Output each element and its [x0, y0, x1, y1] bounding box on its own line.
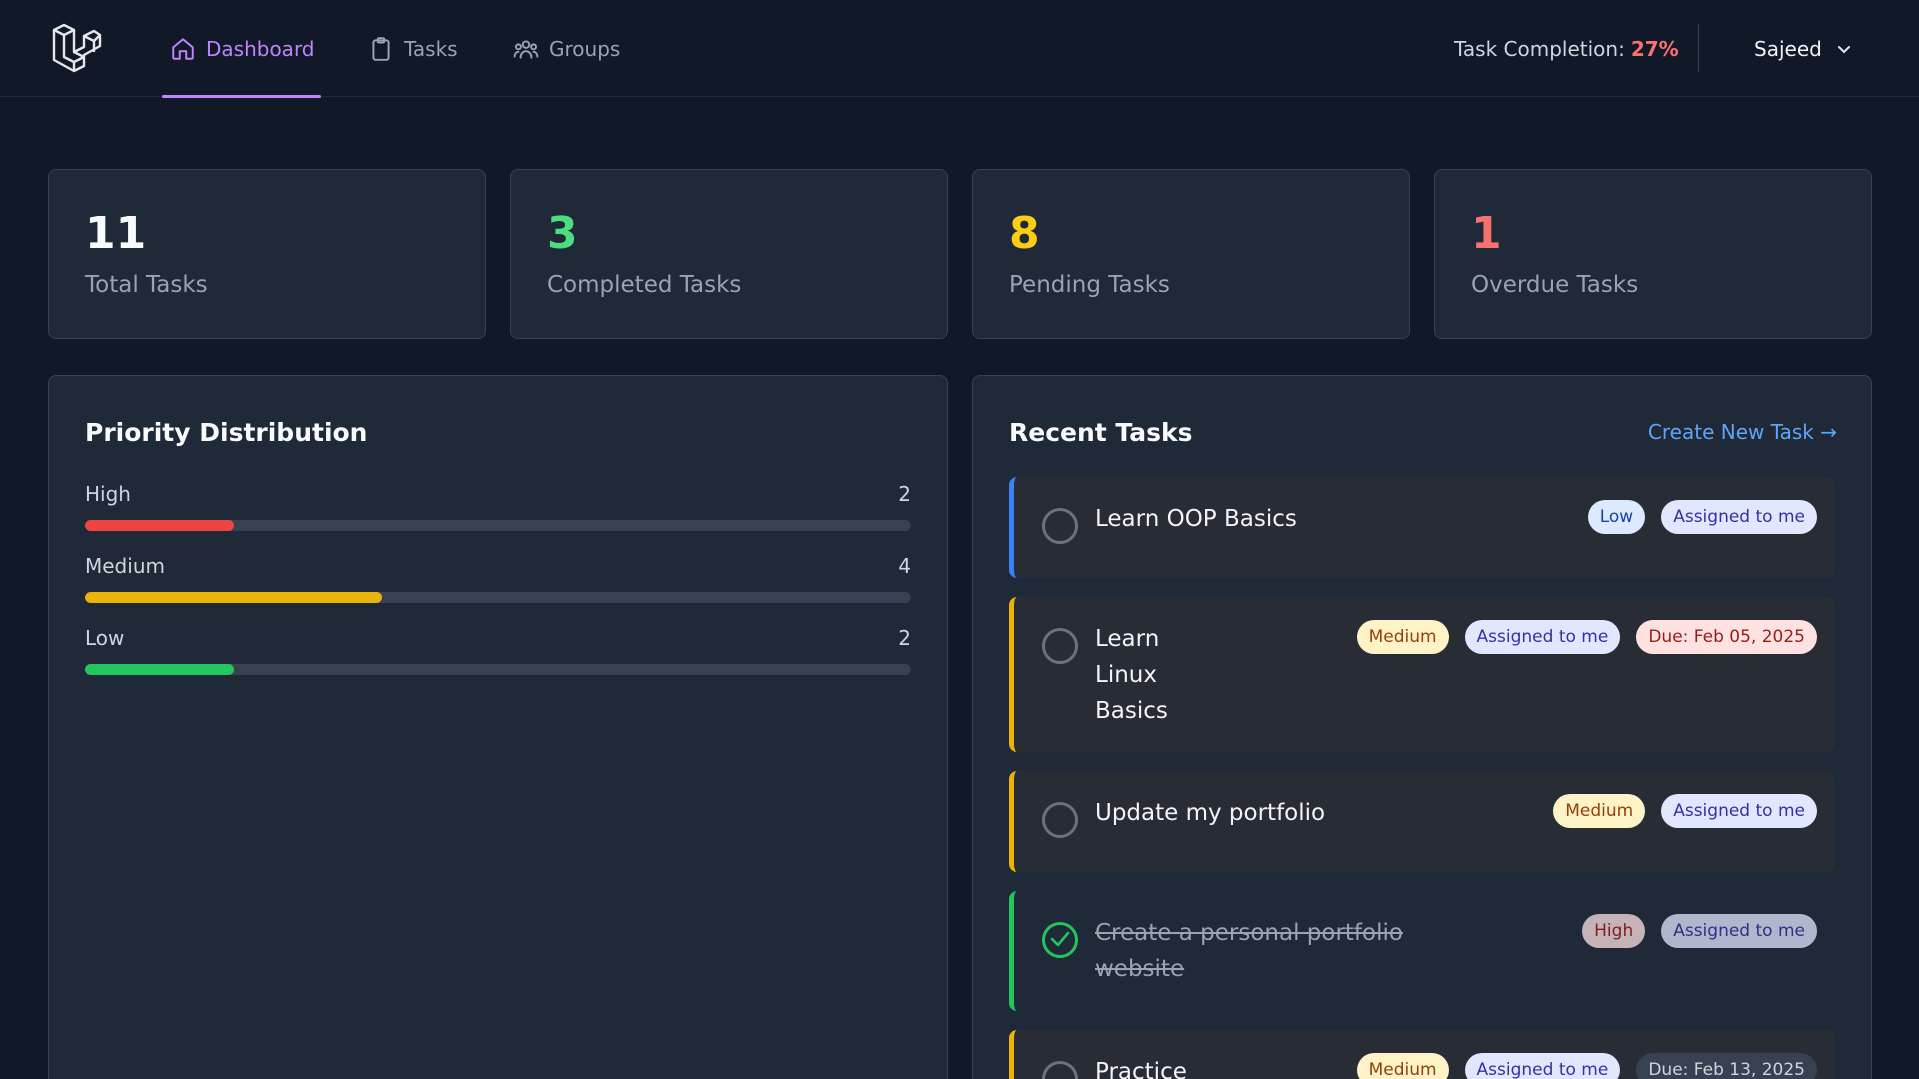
assigned-badge: Assigned to me: [1464, 1053, 1621, 1079]
priority-bar-fill: [85, 592, 383, 603]
priority-distribution-panel: Priority Distribution High 2 Medium 4 Lo…: [48, 375, 948, 1079]
task-title[interactable]: Practice: [1095, 1054, 1187, 1079]
priority-label: Medium: [85, 554, 165, 578]
due-date-badge: Due: Feb 13, 2025: [1636, 1053, 1817, 1079]
task-complete-checkbox[interactable]: [1042, 1061, 1078, 1079]
task-complete-checkbox[interactable]: [1042, 802, 1078, 838]
priority-badge: Low: [1587, 500, 1646, 534]
task-complete-checkbox[interactable]: [1042, 628, 1078, 664]
users-icon: [513, 39, 539, 59]
nav-groups-link[interactable]: Groups: [513, 0, 620, 97]
home-icon: [172, 37, 194, 60]
priority-count: 2: [898, 626, 911, 650]
stat-card-total: 11 Total Tasks: [48, 169, 486, 339]
task-item[interactable]: Learn OOP Basics Low Assigned to me: [1009, 477, 1835, 578]
nav-divider: [1698, 24, 1699, 72]
nav-groups-label: Groups: [549, 36, 621, 61]
task-title[interactable]: Learn OOP Basics: [1095, 501, 1297, 537]
priority-count: 4: [898, 554, 911, 578]
task-title[interactable]: Create a personal portfolio website: [1095, 915, 1403, 987]
priority-label: Low: [85, 626, 125, 650]
task-completion-label: Task Completion:: [1454, 36, 1625, 61]
stat-label: Pending Tasks: [1009, 272, 1170, 298]
chevron-down-icon: [1837, 45, 1850, 53]
clipboard-icon: [372, 36, 390, 61]
task-complete-checkbox[interactable]: [1042, 922, 1078, 958]
priority-badge: Medium: [1356, 620, 1449, 654]
priority-bar-track: [85, 664, 911, 675]
user-name: Sajeed: [1754, 36, 1822, 61]
priority-distribution-title: Priority Distribution: [85, 418, 368, 447]
nav-tasks-label: Tasks: [404, 36, 458, 61]
task-title[interactable]: Learn Linux Basics: [1095, 621, 1168, 729]
task-item[interactable]: Practice Medium Assigned to me Due: Feb …: [1009, 1030, 1835, 1079]
stat-card-overdue: 1 Overdue Tasks: [1434, 169, 1872, 339]
stat-card-completed: 3 Completed Tasks: [510, 169, 948, 339]
priority-bar-fill: [85, 664, 234, 675]
assigned-badge: Assigned to me: [1661, 500, 1817, 534]
priority-badge: Medium: [1553, 794, 1646, 828]
create-new-task-link[interactable]: Create New Task →: [1648, 420, 1837, 444]
priority-bar-track: [85, 520, 911, 531]
laravel-logo-icon[interactable]: [50, 22, 102, 74]
task-item[interactable]: Create a personal portfolio website High…: [1009, 891, 1835, 1011]
task-item[interactable]: Update my portfolio Medium Assigned to m…: [1009, 771, 1835, 872]
task-title[interactable]: Update my portfolio: [1095, 795, 1325, 831]
top-nav: Dashboard Tasks Groups Task Completion: …: [0, 0, 1919, 98]
stat-value: 8: [1009, 208, 1040, 259]
priority-count: 2: [898, 482, 911, 506]
stat-card-pending: 8 Pending Tasks: [972, 169, 1410, 339]
stat-value: 3: [547, 208, 578, 259]
priority-label: High: [85, 482, 131, 506]
stat-label: Total Tasks: [85, 272, 208, 298]
stat-label: Completed Tasks: [547, 272, 742, 298]
priority-badge: High: [1582, 914, 1646, 948]
recent-tasks-panel: Recent Tasks Create New Task → Learn OOP…: [972, 375, 1872, 1079]
recent-tasks-title: Recent Tasks: [1009, 418, 1193, 447]
stat-value: 1: [1471, 208, 1502, 259]
priority-bar-fill: [85, 520, 234, 531]
stat-label: Overdue Tasks: [1471, 272, 1639, 298]
assigned-badge: Assigned to me: [1661, 914, 1817, 948]
stat-value: 11: [85, 208, 147, 259]
user-menu-button[interactable]: Sajeed: [1754, 0, 1852, 97]
check-icon: [1050, 931, 1070, 947]
task-completion-value: 27%: [1630, 36, 1679, 61]
task-item[interactable]: Learn Linux Basics Medium Assigned to me…: [1009, 597, 1835, 752]
task-completion: Task Completion: 27%: [1454, 0, 1679, 97]
assigned-badge: Assigned to me: [1464, 620, 1621, 654]
priority-bar-track: [85, 592, 911, 603]
due-date-badge: Due: Feb 05, 2025: [1636, 620, 1817, 654]
nav-tasks-link[interactable]: Tasks: [368, 0, 458, 97]
nav-dashboard-link[interactable]: Dashboard: [162, 0, 321, 98]
task-complete-checkbox[interactable]: [1042, 508, 1078, 544]
assigned-badge: Assigned to me: [1661, 794, 1817, 828]
nav-dashboard-label: Dashboard: [206, 36, 315, 61]
priority-badge: Medium: [1356, 1053, 1449, 1079]
